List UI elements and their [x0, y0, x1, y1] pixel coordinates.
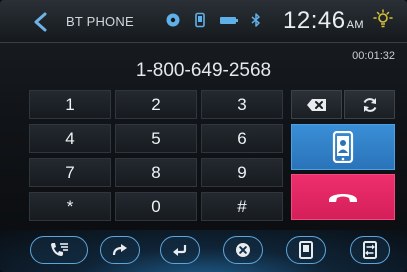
forward-icon	[112, 244, 127, 256]
page-title: BT PHONE	[66, 14, 134, 29]
key-4[interactable]: 4	[29, 124, 111, 153]
sun-icon	[373, 9, 393, 28]
clock: 12:46AM	[283, 7, 364, 35]
close-icon	[236, 243, 250, 257]
phone-status-icon	[195, 12, 205, 28]
hang-up-button[interactable]	[291, 174, 395, 220]
key-3[interactable]: 3	[201, 90, 283, 119]
call-log-button[interactable]	[30, 236, 88, 264]
dialed-number: 1-800-649-2568	[135, 60, 272, 81]
key-star[interactable]: *	[29, 192, 111, 221]
key-1[interactable]: 1	[29, 90, 111, 119]
hang-up-icon	[329, 194, 357, 202]
key-9[interactable]: 9	[201, 158, 283, 187]
key-7[interactable]: 7	[29, 158, 111, 187]
battery-icon	[220, 17, 238, 24]
clock-time: 12:46	[283, 7, 346, 34]
chevron-left-icon	[34, 12, 47, 32]
key-hash[interactable]: #	[201, 192, 283, 221]
key-8[interactable]: 8	[115, 158, 197, 187]
clock-ampm: AM	[346, 19, 365, 31]
key-0[interactable]: 0	[115, 192, 197, 221]
return-button[interactable]	[160, 236, 200, 264]
back-button[interactable]	[26, 10, 56, 34]
forward-button[interactable]	[100, 236, 140, 264]
key-2[interactable]: 2	[115, 90, 197, 119]
bluetooth-icon	[251, 13, 260, 27]
phone-contact-icon	[332, 131, 354, 163]
status-bar: BT PHONE 12:46AM	[0, 0, 407, 43]
contact-transfer-button[interactable]	[291, 124, 395, 170]
cancel-button[interactable]	[223, 236, 263, 264]
return-icon	[173, 245, 187, 256]
swap-icon	[363, 241, 377, 259]
call-log-icon	[51, 243, 68, 256]
phonebook-icon	[299, 241, 313, 259]
redial-button[interactable]	[344, 90, 395, 119]
phonebook-button[interactable]	[286, 236, 326, 264]
refresh-icon	[363, 97, 376, 112]
key-6[interactable]: 6	[201, 124, 283, 153]
backspace-icon	[306, 98, 326, 111]
key-5[interactable]: 5	[115, 124, 197, 153]
media-icon	[166, 13, 180, 27]
bt-phone-screen: BT PHONE 12:46AM 00:01:32 1-800-649-2568…	[0, 0, 407, 272]
swap-button[interactable]	[350, 236, 390, 264]
backspace-button[interactable]	[291, 90, 342, 119]
